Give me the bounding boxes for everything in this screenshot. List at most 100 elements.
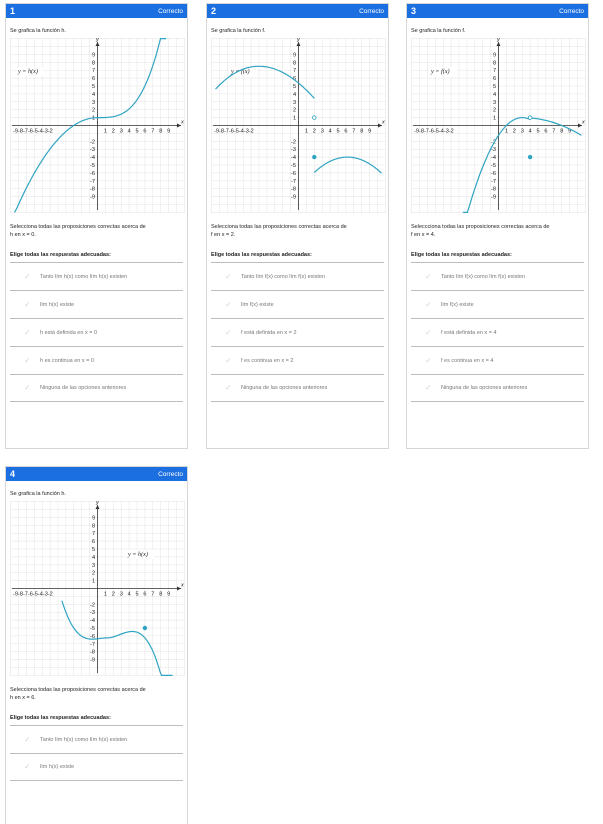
- function-label: y = h(x): [17, 68, 38, 75]
- option-2[interactable]: ✓ f está definida en x = 2: [211, 318, 384, 346]
- option-0[interactable]: ✓ Tanto lím h(x) como lím h(x) existen: [10, 262, 183, 290]
- option-0[interactable]: ✓ Tanto lím f(x) como lím f(x) existen: [211, 262, 384, 290]
- tick-label-x: 8: [159, 592, 162, 598]
- tick-label-y: 8: [293, 60, 296, 66]
- tick-label-x: 5: [136, 129, 139, 135]
- tick-label-y: -8: [491, 187, 496, 193]
- tick-label-x: 6: [143, 592, 146, 598]
- tick-label-y: -6: [90, 171, 95, 177]
- function-graph: xy-9-8-7-6-5-4-3-2 1 2 3 4 5 6 7 8 9987654321-2-3…: [10, 500, 185, 676]
- question-number: 1: [10, 6, 16, 16]
- question-number: 3: [411, 6, 417, 16]
- function-graph: xy-9-8-7-6-5-4-3-2 1 2 3 4 5 6 7 8 9987654321-2-3…: [411, 37, 586, 213]
- tick-label-y: -7: [90, 179, 95, 185]
- check-icon: ✓: [425, 271, 432, 281]
- option-2[interactable]: ✓ f está definida en x = 4: [411, 318, 584, 346]
- option-1[interactable]: ✓ lím f(x) existe: [411, 290, 584, 318]
- tick-label-x: 7: [151, 592, 154, 598]
- tick-label-y: -5: [90, 626, 95, 632]
- tick-label-y: -4: [491, 155, 496, 161]
- tick-label-y: 9: [92, 515, 95, 521]
- check-icon: ✓: [225, 383, 232, 392]
- options-list: ✓ Tanto lím f(x) como lím f(x) existen ✓ l…: [407, 262, 588, 402]
- tick-label-x: 8: [560, 129, 563, 135]
- tick-label-y: -7: [291, 179, 296, 185]
- tick-label-y: 5: [92, 84, 95, 90]
- tick-label-x: 4: [128, 592, 131, 598]
- tick-label-x: 4: [128, 129, 131, 135]
- function-graph: xy-9-8-7-6-5-4-3-2 1 2 3 4 5 6 7 8 9987654321-2-3…: [211, 37, 386, 213]
- tick-label-y: 8: [92, 60, 95, 66]
- tick-label-x: 6: [544, 129, 547, 135]
- tick-label-x: 6: [344, 129, 347, 135]
- question-card-2: 2 Correcto Se grafica la función f. x y -9…: [206, 3, 389, 449]
- option-3[interactable]: ✓ f es continua en x = 4: [411, 346, 584, 374]
- tick-label-y: -4: [90, 618, 95, 624]
- open-point: [527, 115, 533, 120]
- option-2[interactable]: ✓ h está definida en x = 0: [10, 318, 183, 346]
- tick-label-y: 3: [293, 100, 296, 106]
- check-icon: ✓: [425, 383, 432, 392]
- tick-label-x: 2: [112, 129, 115, 135]
- options-list: ✓ Tanto lím h(x) como lím h(x) existen ✓ l…: [6, 725, 187, 781]
- status-badge: Correcto: [559, 7, 584, 15]
- option-0[interactable]: ✓ Tanto lím h(x) como lím h(x) existen: [10, 725, 183, 753]
- card-header: 4 Correcto: [6, 467, 187, 481]
- tick-label-y: -8: [90, 650, 95, 656]
- tick-label-x: 4: [329, 129, 332, 135]
- option-1[interactable]: ✓ lím h(x) existe: [10, 290, 183, 318]
- tick-label-y: -5: [491, 163, 496, 169]
- tick-label-x: 3: [120, 592, 123, 598]
- tick-label-x: 3: [521, 129, 524, 135]
- tick-label-y: 3: [92, 100, 95, 106]
- tick-label-x: 2: [313, 129, 316, 135]
- tick-label-y: -7: [491, 179, 496, 185]
- tick-label-x: 8: [360, 129, 363, 135]
- option-3[interactable]: ✓ f es continua en x = 2: [211, 346, 384, 374]
- intro-text: Se grafica la función h.: [10, 491, 66, 497]
- option-4[interactable]: ✓ Ninguna de las opciones anteriores: [211, 374, 384, 402]
- tick-label-y: 7: [92, 531, 95, 537]
- tick-label-y: 1: [92, 579, 95, 585]
- option-1[interactable]: ✓ lím h(x) existe: [10, 753, 183, 781]
- prompt-text: Seleccciona todas las proposiciones corr…: [411, 224, 550, 238]
- prompt-text: Selecciona todas las proposiciones corre…: [10, 224, 146, 238]
- tick-label-x: 5: [337, 129, 340, 135]
- option-4[interactable]: ✓ Ninguna de las opciones anteriores: [10, 374, 183, 402]
- options-list: ✓ Tanto lím f(x) como lím f(x) existen ✓ l…: [207, 262, 388, 402]
- check-icon: ✓: [225, 299, 232, 309]
- tick-label-x: 7: [552, 129, 555, 135]
- tick-label-y: -8: [291, 187, 296, 193]
- choose-instruction: Elige todas las respuestas adecuadas:: [10, 715, 111, 721]
- check-icon: ✓: [24, 762, 31, 771]
- tick-label-x: 1: [104, 592, 107, 598]
- tick-label-x: 1: [505, 129, 508, 135]
- tick-label-y: 9: [92, 52, 95, 58]
- tick-label-y: 2: [92, 108, 95, 114]
- tick-label-y: 5: [92, 547, 95, 553]
- tick-label-y: 1: [92, 116, 95, 122]
- option-4[interactable]: ✓ Ninguna de las opciones anteriores: [411, 374, 584, 402]
- intro-text: Se grafica la función f.: [211, 28, 266, 34]
- tick-label-x: 5: [537, 129, 540, 135]
- tick-label-x: 3: [120, 129, 123, 135]
- check-icon: ✓: [24, 271, 31, 281]
- open-point: [312, 115, 317, 120]
- tick-label-y: 5: [293, 84, 296, 90]
- check-icon: ✓: [24, 299, 31, 309]
- prompt-text: Selecciona todas las proposiciones corre…: [10, 687, 146, 701]
- check-icon: ✓: [225, 327, 232, 337]
- closed-point: [142, 625, 148, 631]
- tick-label-y: 2: [92, 571, 95, 577]
- tick-label-y: -4: [90, 155, 95, 161]
- tick-label-x: 1: [104, 129, 107, 135]
- tick-label-y: -6: [491, 171, 496, 177]
- check-icon: ✓: [24, 327, 31, 337]
- tick-label-x: 7: [151, 129, 154, 135]
- check-icon: ✓: [24, 734, 31, 744]
- tick-label-x: 4: [529, 129, 532, 135]
- option-0[interactable]: ✓ Tanto lím f(x) como lím f(x) existen: [411, 262, 584, 290]
- option-3[interactable]: ✓ h es continua en x = 0: [10, 346, 183, 374]
- tick-label-y: 6: [92, 76, 95, 82]
- option-1[interactable]: ✓ lím f(x) existe: [211, 290, 384, 318]
